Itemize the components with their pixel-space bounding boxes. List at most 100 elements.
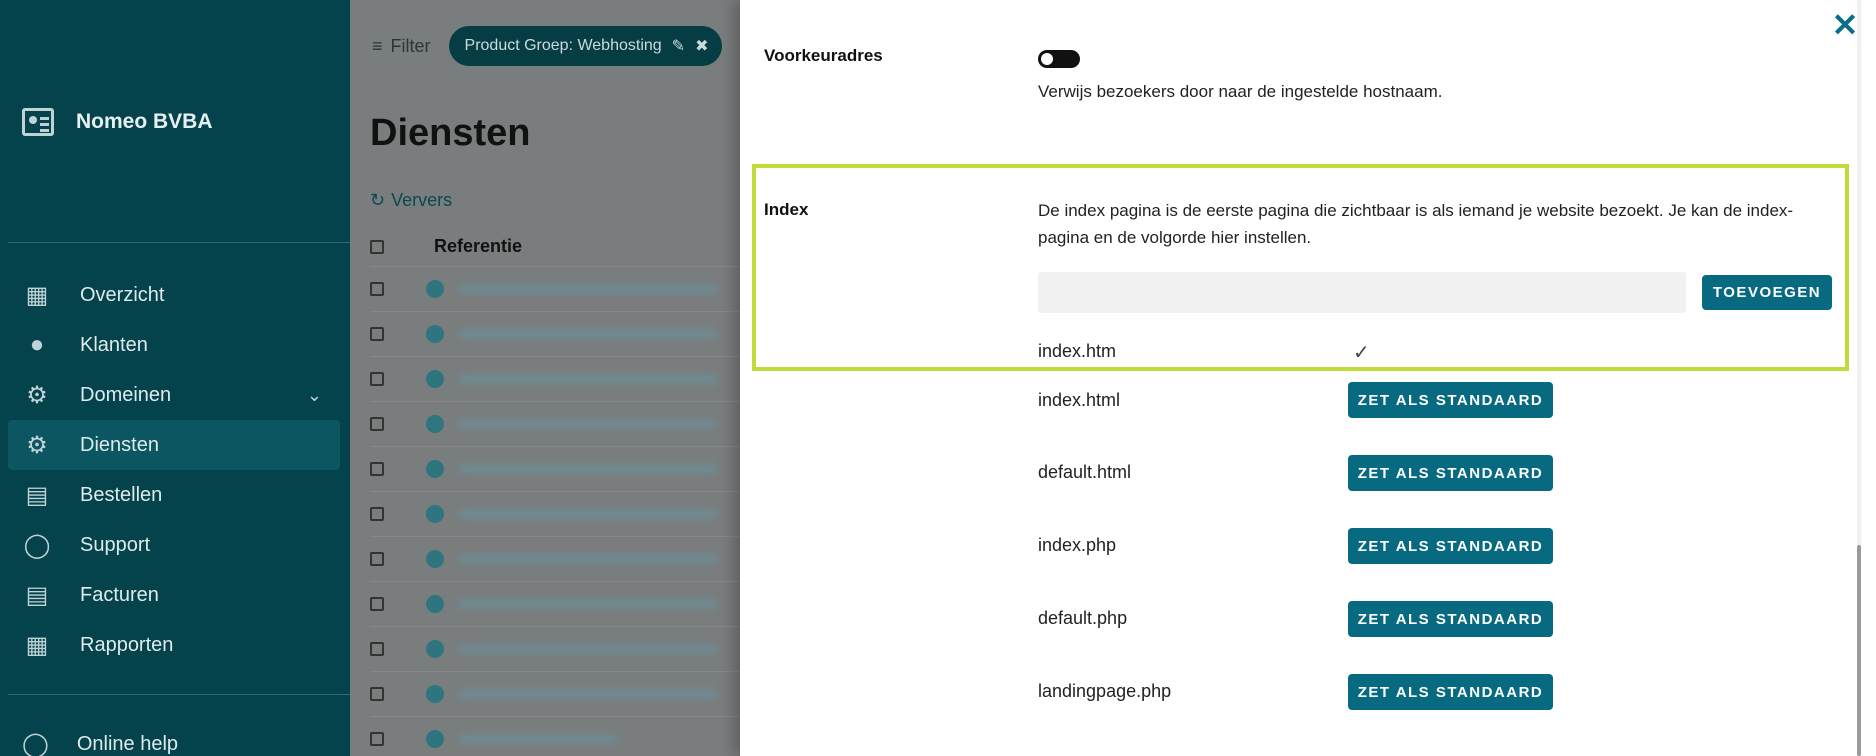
table-row[interactable] — [370, 311, 740, 356]
row-checkbox[interactable] — [370, 372, 384, 386]
help-chat-icon: ◯ — [22, 731, 49, 756]
blurred-reference — [458, 689, 718, 699]
row-checkbox[interactable] — [370, 552, 384, 566]
online-help-label: Online help — [76, 733, 179, 755]
gear-icon: ⚙ — [26, 381, 48, 409]
index-file-name: default.html — [1038, 462, 1132, 482]
service-icon — [426, 460, 444, 478]
sidebar-divider — [8, 694, 350, 695]
filter-icon: ≡ — [372, 35, 383, 56]
main-content: ≡ Filter Product Groep: Webhosting ✎ ✖ D… — [350, 0, 740, 756]
set-default-button[interactable]: ZET ALS STANDAARD — [1348, 455, 1553, 491]
chevron-down-icon[interactable]: ⌄ — [307, 385, 322, 406]
sidebar-item-label: Diensten — [80, 433, 159, 456]
remove-chip-icon[interactable]: ✖ — [695, 36, 708, 56]
service-icon — [426, 325, 444, 343]
sidebar-item-label: Bestellen — [80, 483, 163, 506]
row-checkbox[interactable] — [370, 642, 384, 656]
filter-button[interactable]: ≡ Filter — [372, 36, 431, 57]
filter-bar: ≡ Filter Product Groep: Webhosting ✎ ✖ — [372, 26, 723, 66]
table-row[interactable] — [370, 581, 740, 626]
service-icon — [426, 730, 444, 748]
sidebar-item-overzicht[interactable]: ▦ Overzicht — [8, 270, 340, 320]
preferred-address-toggle[interactable] — [1038, 50, 1080, 68]
gear-settings-icon: ⚙ — [26, 431, 48, 459]
sidebar-item-support[interactable]: ◯ Support — [8, 520, 340, 570]
set-default-button[interactable]: ZET ALS STANDAARD — [1348, 382, 1553, 418]
row-checkbox[interactable] — [370, 462, 384, 476]
search-document-icon: ▦ — [25, 281, 49, 309]
brand[interactable]: Nomeo BVBA — [22, 108, 213, 136]
set-default-button[interactable]: ZET ALS STANDAARD — [1348, 528, 1553, 564]
sidebar-item-rapporten[interactable]: ▦ Rapporten — [8, 620, 340, 670]
index-file-name: index.php — [1038, 535, 1117, 555]
blurred-reference — [458, 644, 718, 654]
scrollbar-thumb[interactable] — [1857, 545, 1861, 756]
row-checkbox[interactable] — [370, 687, 384, 701]
sidebar-item-domeinen[interactable]: ⚙ Domeinen ⌄ — [8, 370, 340, 420]
table-row[interactable] — [370, 446, 740, 491]
sidebar-item-facturen[interactable]: ▤ Facturen — [8, 570, 340, 620]
service-icon — [426, 685, 444, 703]
sidebar-nav: ▦ Overzicht ● Klanten ⚙ Domeinen ⌄ ⚙ Die… — [8, 270, 340, 670]
filter-chip-label: Product Groep: Webhosting — [464, 37, 662, 54]
row-checkbox[interactable] — [370, 507, 384, 521]
sidebar-item-label: Facturen — [80, 583, 159, 606]
table-row[interactable] — [370, 401, 740, 446]
highlight-box — [752, 164, 1849, 371]
blurred-reference — [458, 734, 618, 744]
sidebar-item-bestellen[interactable]: ▤ Bestellen — [8, 470, 340, 520]
blurred-reference — [458, 329, 718, 339]
sidebar: Nomeo BVBA ▦ Overzicht ● Klanten ⚙ Domei… — [0, 0, 350, 756]
sidebar-item-klanten[interactable]: ● Klanten — [8, 320, 340, 370]
service-icon — [426, 640, 444, 658]
index-description: De index pagina is de eerste pagina die … — [1038, 201, 1794, 247]
set-default-button[interactable]: ZET ALS STANDAARD — [1348, 601, 1553, 637]
chat-icon: ◯ — [23, 531, 51, 559]
brand-name: Nomeo BVBA — [76, 110, 213, 133]
table-row[interactable] — [370, 491, 740, 536]
service-icon — [426, 370, 444, 388]
table-header: Referentie — [370, 236, 522, 257]
service-icon — [426, 280, 444, 298]
table-row[interactable] — [370, 266, 740, 311]
sidebar-item-label: Domeinen — [80, 383, 172, 406]
index-file-name: default.php — [1038, 608, 1128, 628]
index-file-input[interactable] — [1038, 272, 1686, 313]
table-row[interactable] — [370, 716, 740, 756]
refresh-label: Ververs — [391, 190, 453, 210]
id-card-icon — [22, 108, 54, 136]
service-icon — [426, 505, 444, 523]
row-checkbox[interactable] — [370, 417, 384, 431]
online-help-link[interactable]: ◯ Online help — [22, 730, 178, 756]
sidebar-item-diensten[interactable]: ⚙ Diensten — [8, 420, 340, 470]
index-file-name: landingpage.php — [1038, 681, 1172, 701]
users-icon: ● — [29, 331, 45, 358]
sidebar-item-label: Klanten — [80, 333, 148, 356]
edit-icon[interactable]: ✎ — [672, 36, 685, 56]
refresh-button[interactable]: ↻ Ververs — [370, 190, 452, 211]
row-checkbox[interactable] — [370, 597, 384, 611]
row-checkbox[interactable] — [370, 327, 384, 341]
table-row[interactable] — [370, 536, 740, 581]
row-checkbox[interactable] — [370, 282, 384, 296]
set-default-button[interactable]: ZET ALS STANDAARD — [1348, 674, 1553, 710]
service-icon — [426, 415, 444, 433]
service-icon — [426, 550, 444, 568]
page-title: Diensten — [370, 112, 531, 154]
default-check-icon: ✓ — [1353, 342, 1370, 364]
sidebar-item-label: Support — [80, 533, 151, 556]
index-label: Index — [764, 200, 809, 219]
filter-chip[interactable]: Product Groep: Webhosting ✎ ✖ — [448, 26, 723, 66]
basket-icon: ▤ — [25, 481, 49, 509]
blurred-reference — [458, 464, 718, 474]
service-icon — [426, 595, 444, 613]
column-header-reference[interactable]: Referentie — [434, 236, 522, 257]
select-all-checkbox[interactable] — [370, 239, 384, 254]
table-row[interactable] — [370, 671, 740, 716]
row-checkbox[interactable] — [370, 732, 384, 746]
blurred-reference — [458, 284, 718, 294]
table-row[interactable] — [370, 356, 740, 401]
add-button[interactable]: TOEVOEGEN — [1702, 275, 1832, 310]
table-row[interactable] — [370, 626, 740, 671]
